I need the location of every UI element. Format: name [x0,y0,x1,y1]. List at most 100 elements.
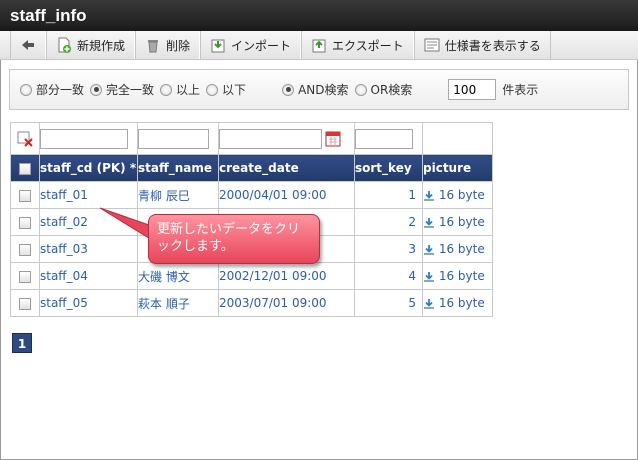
picture-size: 16 byte [438,242,485,256]
col-header-staff-cd[interactable]: staff_cd (PK) * [39,154,138,182]
table-row[interactable]: staff_05 萩本 順子 2003/07/01 09:00 5 16 byt… [10,289,493,317]
filter-create-date-input[interactable] [219,128,322,149]
match-lte-label: 以下 [222,83,247,97]
spec-button[interactable]: 仕様書を表示する [413,31,551,59]
radio-exact[interactable] [90,83,103,96]
header-row: staff_cd (PK) * staff_name create_date s… [10,154,493,182]
logic-or-label: OR検索 [370,83,413,97]
row-select-cell [10,208,40,236]
cell-picture[interactable]: 16 byte [422,181,493,209]
cell-sort-key[interactable]: 5 [354,289,423,317]
cell-staff-cd[interactable]: staff_04 [39,262,138,290]
cell-staff-name[interactable]: 萩本 順子 [137,289,219,317]
select-all-checkbox[interactable] [19,162,31,175]
col-header-picture[interactable]: picture [422,154,493,182]
clear-filter-icon[interactable] [17,131,33,147]
window-title: staff_info [0,0,638,31]
toolbar: 新規作成 削除 インポート エクスポート 仕様書を表示する [0,31,638,60]
export-button[interactable]: エクスポート [301,31,414,59]
download-icon[interactable] [423,217,435,229]
spec-button-label: 仕様書を表示する [444,38,541,53]
cell-staff-cd[interactable]: staff_02 [39,208,138,236]
col-header-create-date[interactable]: create_date [218,154,355,182]
cell-picture[interactable]: 16 byte [422,289,493,317]
new-button-label: 新規作成 [77,38,126,53]
row-checkbox[interactable] [19,189,31,202]
row-select-cell [10,289,40,317]
table-row[interactable]: staff_01 青柳 辰巳 2000/04/01 09:00 1 16 byt… [10,181,493,209]
col-header-staff-name[interactable]: staff_name [137,154,219,182]
filter-cell-sort-key [354,122,423,155]
pagination-page-current[interactable]: 1 [12,333,32,353]
cell-staff-name[interactable]: 青柳 辰巳 [137,181,219,209]
radio-partial[interactable] [20,83,32,96]
cell-sort-key[interactable]: 4 [354,262,423,290]
cell-staff-cd[interactable]: staff_01 [39,181,138,209]
filter-row [10,122,493,155]
radio-gte[interactable] [160,83,173,96]
filter-sort-key-input[interactable] [355,128,413,149]
cell-picture[interactable]: 16 byte [422,262,493,290]
calendar-icon[interactable] [325,130,341,147]
cell-sort-key[interactable]: 3 [354,235,423,263]
picture-size: 16 byte [438,215,485,229]
cell-picture[interactable]: 16 byte [422,235,493,263]
logic-and-option[interactable]: AND検索 [282,81,349,98]
search-panel: 部分一致 完全一致 以上 以下 AND検索 OR検索 件表示 [9,69,629,110]
download-icon[interactable] [423,190,435,202]
new-button[interactable]: 新規作成 [46,31,136,59]
export-icon [311,37,327,53]
export-button-label: エクスポート [332,38,404,53]
filter-cell-staff-name [137,122,219,155]
logic-or-option[interactable]: OR検索 [354,81,413,98]
cell-create-date[interactable]: 2003/07/01 09:00 [218,289,355,317]
radio-or[interactable] [354,83,367,96]
row-checkbox[interactable] [19,270,31,283]
row-select-cell [10,235,40,263]
cell-create-date[interactable]: 2002/12/01 09:00 [218,262,355,290]
filter-cell-picture [422,122,493,155]
picture-size: 16 byte [438,269,485,283]
callout-tooltip: 更新したいデータをクリックします。 [148,214,320,264]
cell-create-date[interactable]: 2000/04/01 09:00 [218,181,355,209]
cell-sort-key[interactable]: 2 [354,208,423,236]
cell-sort-key[interactable]: 1 [354,181,423,209]
cell-picture[interactable]: 16 byte [422,208,493,236]
picture-size: 16 byte [438,296,485,310]
delete-button[interactable]: 削除 [135,31,201,59]
match-partial-option[interactable]: 部分一致 [20,81,84,98]
match-exact-label: 完全一致 [106,83,155,97]
new-document-icon [56,37,72,53]
display-count-suffix: 件表示 [502,83,539,97]
match-exact-option[interactable]: 完全一致 [90,81,154,98]
clear-filter-cell [10,122,40,155]
import-button[interactable]: インポート [200,31,302,59]
radio-and[interactable] [282,83,295,96]
match-lte-option[interactable]: 以下 [206,81,246,98]
download-icon[interactable] [423,271,435,283]
picture-size: 16 byte [438,188,485,202]
radio-lte[interactable] [206,83,219,96]
filter-staff-name-input[interactable] [138,128,209,149]
table-row[interactable]: staff_04 大磯 博文 2002/12/01 09:00 4 16 byt… [10,262,493,290]
select-all-header [10,154,40,182]
delete-button-label: 削除 [166,38,191,53]
row-checkbox[interactable] [19,297,31,310]
display-count-input[interactable] [448,79,497,100]
download-icon[interactable] [423,244,435,256]
download-icon[interactable] [423,298,435,310]
cell-staff-cd[interactable]: staff_03 [39,235,138,263]
spec-document-icon [424,37,440,53]
col-header-sort-key[interactable]: sort_key [354,154,423,182]
import-button-label: インポート [231,38,292,53]
back-button[interactable] [10,31,46,59]
filter-staff-cd-input[interactable] [40,128,128,149]
cell-staff-name[interactable]: 大磯 博文 [137,262,219,290]
row-checkbox[interactable] [19,216,31,229]
row-select-cell [10,262,40,290]
row-checkbox[interactable] [19,243,31,256]
match-gte-option[interactable]: 以上 [160,81,200,98]
cell-staff-cd[interactable]: staff_05 [39,289,138,317]
match-gte-label: 以上 [176,83,201,97]
match-partial-label: 部分一致 [36,83,85,97]
